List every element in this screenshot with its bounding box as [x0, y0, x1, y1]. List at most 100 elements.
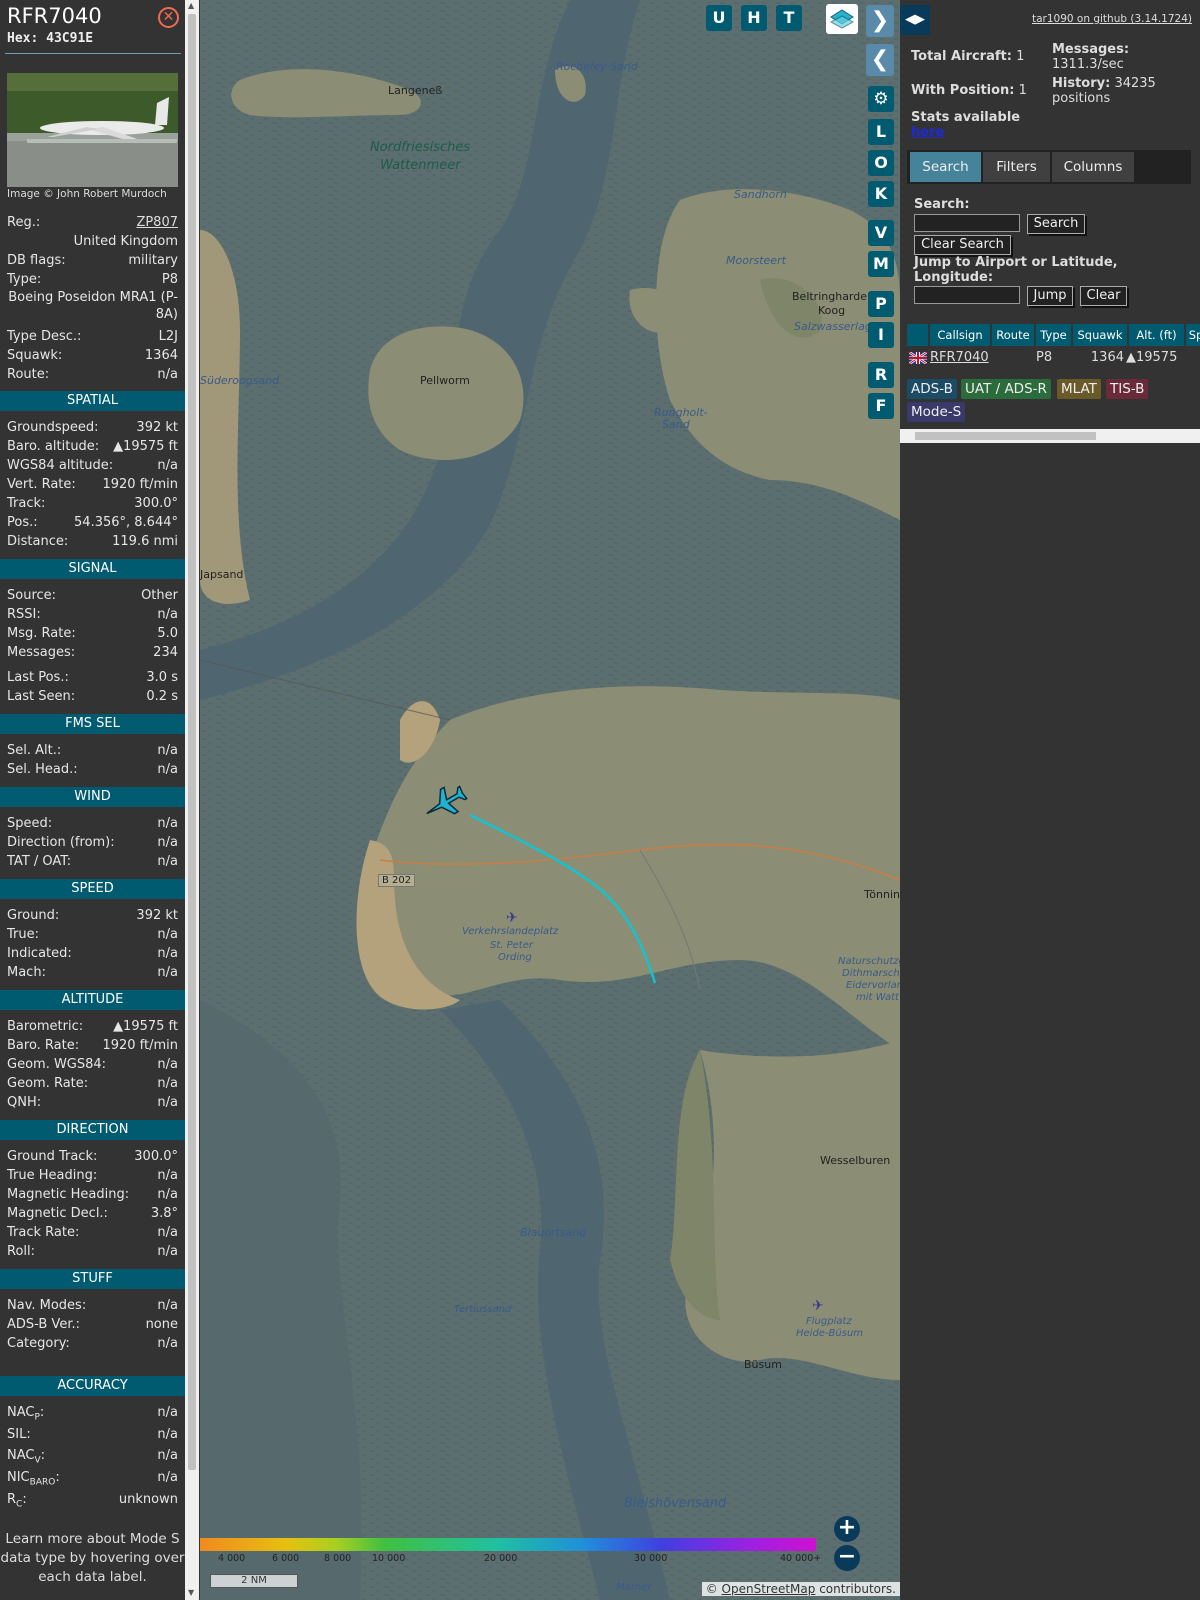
button-L[interactable]: L: [868, 119, 894, 145]
road-badge: B 202: [378, 874, 416, 887]
osm-link[interactable]: OpenStreetMap: [722, 1582, 816, 1596]
button-F[interactable]: F: [868, 393, 894, 419]
with-position: With Position: 1: [911, 83, 1027, 98]
button-H[interactable]: H: [741, 5, 767, 31]
alt-scale-label: 10 000: [372, 1553, 406, 1564]
scrollbar-thumb[interactable]: [915, 432, 1096, 440]
info-row: Source: Other: [7, 588, 178, 603]
map-view[interactable]: Langeneß Rocheley-Sand Nordfriesisches W…: [200, 0, 900, 1600]
scroll-up-icon[interactable]: ▲: [188, 1, 194, 10]
map-label: Heide-Büsum: [796, 1328, 864, 1339]
registration-link[interactable]: ZP807: [136, 213, 178, 232]
button-M[interactable]: M: [868, 251, 894, 277]
button-U[interactable]: U: [706, 5, 732, 31]
db-flags-row: DB flags: military: [7, 253, 178, 268]
scroll-down-icon[interactable]: ▼: [188, 1588, 194, 1597]
info-row: Messages: 234: [7, 645, 178, 660]
info-row: Last Pos.: 3.0 s: [7, 670, 178, 685]
info-row: Speed: n/a: [7, 816, 178, 831]
total-aircraft: Total Aircraft: 1: [911, 49, 1025, 64]
zoom-out-icon[interactable]: −: [834, 1545, 860, 1571]
tab-filters[interactable]: Filters: [983, 152, 1050, 182]
chevron-left-icon[interactable]: ❮: [866, 44, 894, 76]
squawk-row: Squawk: 1364: [7, 348, 178, 363]
button-O[interactable]: O: [868, 150, 894, 176]
button-K[interactable]: K: [868, 181, 894, 207]
map-label: Tönning: [864, 888, 900, 901]
aircraft-info-panel: RFR7040 ✕ Hex: 43C91E Image © John Rober…: [0, 0, 185, 1600]
row-altitude: ▲19575: [1126, 350, 1178, 365]
table-header-route[interactable]: Route: [992, 324, 1034, 346]
layers-icon: [829, 9, 855, 29]
button-P[interactable]: P: [868, 291, 894, 317]
aircraft-photo[interactable]: [7, 73, 178, 187]
map-label: St. Peter: [490, 940, 533, 951]
badge-mlat: MLAT: [1057, 379, 1101, 399]
map-attribution: © OpenStreetMap contributors.: [701, 1582, 900, 1596]
info-row: ADS-B Ver.: none: [7, 1317, 178, 1332]
clear-search-button[interactable]: Clear Search: [914, 235, 1011, 255]
info-row: Nav. Modes: n/a: [7, 1298, 178, 1313]
map-label: mit Watt: [856, 992, 899, 1003]
table-header-speed[interactable]: Sp: [1186, 324, 1200, 346]
button-I[interactable]: I: [868, 322, 894, 348]
info-row: TAT / OAT: n/a: [7, 854, 178, 869]
info-row: Geom. Rate: n/a: [7, 1076, 178, 1091]
chevron-right-icon[interactable]: ❯: [866, 5, 894, 37]
button-V[interactable]: V: [868, 220, 894, 246]
airport-icon: ✈: [812, 1298, 824, 1314]
badge-modes: Mode-S: [907, 402, 966, 422]
search-input[interactable]: [914, 214, 1020, 232]
tab-bar: Search Filters Columns: [907, 150, 1191, 184]
jump-input[interactable]: [914, 286, 1020, 304]
table-header-type[interactable]: Type: [1036, 324, 1071, 346]
section-wind: WIND: [0, 787, 185, 807]
stats-link[interactable]: here: [911, 125, 944, 140]
aircraft-list-panel: ◀▶ tar1090 on github (3.14.1724) Total A…: [900, 0, 1200, 1600]
row-type: P8: [1036, 350, 1053, 365]
section-signal: SIGNAL: [0, 559, 185, 579]
history-stat: History: 34235 positions: [1052, 76, 1156, 106]
map-label: Wesselburen: [820, 1154, 891, 1167]
jump-button[interactable]: Jump: [1027, 286, 1073, 306]
table-header-callsign[interactable]: Callsign: [930, 324, 990, 346]
map-label: Süderoogsand: [200, 374, 280, 387]
map-label: Wattenmeer: [380, 158, 461, 173]
github-link[interactable]: tar1090 on github (3.14.1724): [1032, 13, 1192, 25]
map-label: Langeneß: [388, 84, 443, 97]
map-label: Japsand: [200, 568, 244, 581]
help-note: Learn more about Mode S data type by hov…: [0, 1531, 185, 1585]
selected-callsign: RFR7040: [7, 4, 102, 28]
info-row: Barometric: ▲19575 ft: [7, 1019, 178, 1034]
tab-columns[interactable]: Columns: [1052, 152, 1134, 182]
scrollbar-thumb[interactable]: [188, 14, 196, 1470]
settings-gear-icon[interactable]: ⚙: [868, 86, 894, 112]
map-label: Marner: [616, 1582, 652, 1593]
aircraft-marker-icon[interactable]: [422, 784, 468, 822]
table-header-altitude[interactable]: Alt. (ft): [1129, 324, 1184, 346]
tab-search[interactable]: Search: [910, 152, 981, 182]
search-button[interactable]: Search: [1027, 214, 1085, 234]
row-callsign[interactable]: RFR7040: [930, 348, 989, 368]
left-panel-scrollbar[interactable]: ▲ ▼: [185, 0, 199, 1600]
alt-scale-label: 40 000+: [780, 1553, 822, 1564]
button-R[interactable]: R: [868, 362, 894, 388]
map-label: Dithmarscher: [842, 968, 900, 979]
info-row: RSSI: n/a: [7, 607, 178, 622]
expand-collapse-icon[interactable]: ◀▶: [900, 5, 930, 35]
table-horizontal-scrollbar[interactable]: [900, 429, 1200, 443]
map-label: Moorsteert: [726, 254, 786, 267]
close-icon[interactable]: ✕: [158, 7, 179, 28]
map-label: Koog: [818, 304, 846, 317]
info-row: NICBARO: n/a: [7, 1470, 178, 1488]
layers-button[interactable]: [826, 4, 858, 34]
table-header-squawk[interactable]: Squawk: [1073, 324, 1127, 346]
info-row: Last Seen: 0.2 s: [7, 689, 178, 704]
info-row: Sel. Alt.: n/a: [7, 743, 178, 758]
clear-button[interactable]: Clear: [1080, 286, 1127, 306]
row-squawk: 1364: [1090, 350, 1124, 365]
button-T[interactable]: T: [776, 5, 802, 31]
jump-label: Jump to Airport or Latitude, Longitude:: [914, 255, 1118, 285]
zoom-in-icon[interactable]: +: [834, 1516, 860, 1542]
table-header-flag: [907, 324, 928, 346]
